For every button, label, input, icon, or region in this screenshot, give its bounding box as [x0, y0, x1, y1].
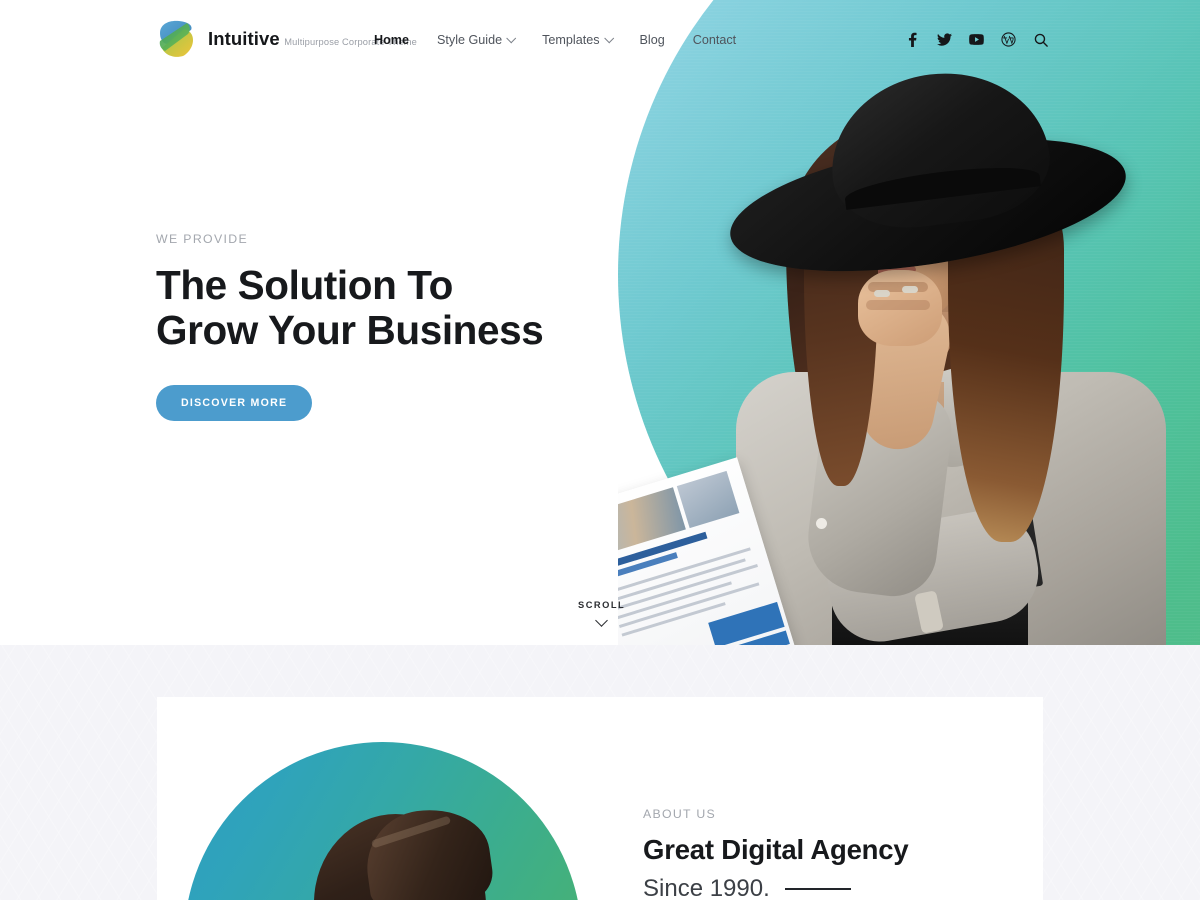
- nav-item-blog[interactable]: Blog: [640, 33, 665, 47]
- hero-headline: The Solution To Grow Your Business: [156, 262, 544, 354]
- nav-item-templates-label: Templates: [542, 33, 600, 47]
- facebook-icon[interactable]: [905, 32, 920, 47]
- youtube-icon[interactable]: [969, 32, 984, 47]
- nav-item-contact-label: Contact: [692, 33, 737, 47]
- chevron-down-icon: [603, 32, 614, 43]
- about-section: ABOUT US Great Digital Agency Since 1990…: [0, 645, 1200, 900]
- wordpress-icon[interactable]: [1001, 32, 1016, 47]
- about-subtitle-row: Since 1990.: [643, 875, 1023, 900]
- scroll-label: SCROLL: [578, 600, 626, 610]
- chevron-down-icon: [595, 614, 608, 627]
- site-header: Intuitive Multipurpose Corporate Theme H…: [0, 0, 1200, 80]
- about-copy: ABOUT US Great Digital Agency Since 1990…: [643, 807, 1023, 900]
- nav-item-contact[interactable]: Contact: [693, 33, 736, 47]
- about-eyebrow: ABOUT US: [643, 807, 717, 821]
- main-navigation: Home Style Guide Templates Blog Contact: [374, 32, 736, 47]
- about-card: ABOUT US Great Digital Agency Since 1990…: [157, 697, 1043, 900]
- nav-item-home[interactable]: Home: [374, 33, 409, 47]
- hero-copy: WE PROVIDE The Solution To Grow Your Bus…: [156, 232, 544, 421]
- discover-more-button[interactable]: DISCOVER MORE: [156, 384, 313, 421]
- twitter-icon[interactable]: [937, 32, 952, 47]
- nav-item-templates[interactable]: Templates: [542, 32, 614, 47]
- hero-section: Intuitive Multipurpose Corporate Theme H…: [0, 0, 1200, 645]
- about-subtitle: Since 1990.: [643, 875, 770, 900]
- intuitive-swoosh-logo-icon: [153, 18, 197, 60]
- about-photo-man: [184, 742, 582, 900]
- about-title: Great Digital Agency: [643, 834, 909, 865]
- about-divider-rule: [784, 888, 851, 890]
- brand-name: Intuitive: [208, 27, 280, 49]
- nav-item-blog-label: Blog: [639, 33, 665, 47]
- scroll-indicator[interactable]: SCROLL: [578, 600, 626, 627]
- social-links: [905, 32, 1048, 47]
- nav-item-style-guide[interactable]: Style Guide: [437, 32, 517, 47]
- nav-item-style-guide-label: Style Guide: [437, 33, 503, 47]
- chevron-down-icon: [506, 32, 517, 43]
- search-icon[interactable]: [1033, 32, 1048, 47]
- hero-headline-line-2: Grow Your Business: [156, 307, 544, 354]
- hero-photo-woman: [618, 0, 1200, 645]
- hero-eyebrow: WE PROVIDE: [156, 232, 249, 246]
- landing-page: Intuitive Multipurpose Corporate Theme H…: [0, 0, 1200, 900]
- nav-item-home-label: Home: [374, 33, 409, 47]
- hero-headline-line-1: The Solution To: [156, 262, 453, 308]
